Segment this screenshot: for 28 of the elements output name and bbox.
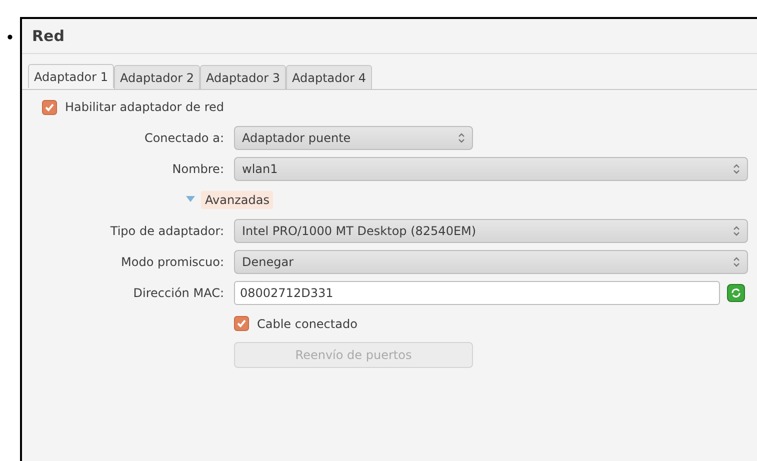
- spinner-arrows-icon: [733, 256, 740, 268]
- checkmark-icon: [44, 102, 55, 112]
- spinner-arrows-icon: [733, 162, 740, 174]
- spinner-arrows-icon: [733, 224, 740, 236]
- field-label: Nombre:: [172, 162, 224, 176]
- field-label: Tipo de adaptador:: [110, 224, 224, 238]
- bullet: •: [5, 30, 15, 49]
- dropdown[interactable]: Intel PRO/1000 MT Desktop (82540EM): [234, 218, 748, 242]
- refresh-icon[interactable]: [727, 284, 745, 302]
- checkbox[interactable]: [234, 316, 249, 331]
- triangle-icon: [186, 196, 195, 203]
- mac-address-field[interactable]: 08002712D331: [234, 280, 720, 304]
- field-label: Modo promiscuo:: [121, 254, 224, 268]
- checkbox-label: Cable conectado: [257, 316, 358, 332]
- checkbox[interactable]: [42, 100, 57, 114]
- tab[interactable]: Adaptador 1: [28, 64, 114, 88]
- dropdown[interactable]: Adaptador puente: [234, 126, 473, 150]
- checkmark-icon: [236, 318, 247, 329]
- tab[interactable]: Adaptador 3: [200, 65, 286, 89]
- field-label: Conectado a:: [144, 130, 224, 144]
- field-label: Dirección MAC:: [133, 286, 224, 300]
- tab[interactable]: Adaptador 2: [114, 65, 200, 89]
- dropdown[interactable]: Denegar: [234, 250, 748, 274]
- dropdown[interactable]: wlan1: [234, 156, 748, 180]
- panel-title: Red: [32, 26, 64, 47]
- tab[interactable]: Adaptador 4: [286, 65, 372, 89]
- checkbox-label: Habilitar adaptador de red: [65, 99, 224, 116]
- spinner-arrows-icon: [458, 132, 465, 144]
